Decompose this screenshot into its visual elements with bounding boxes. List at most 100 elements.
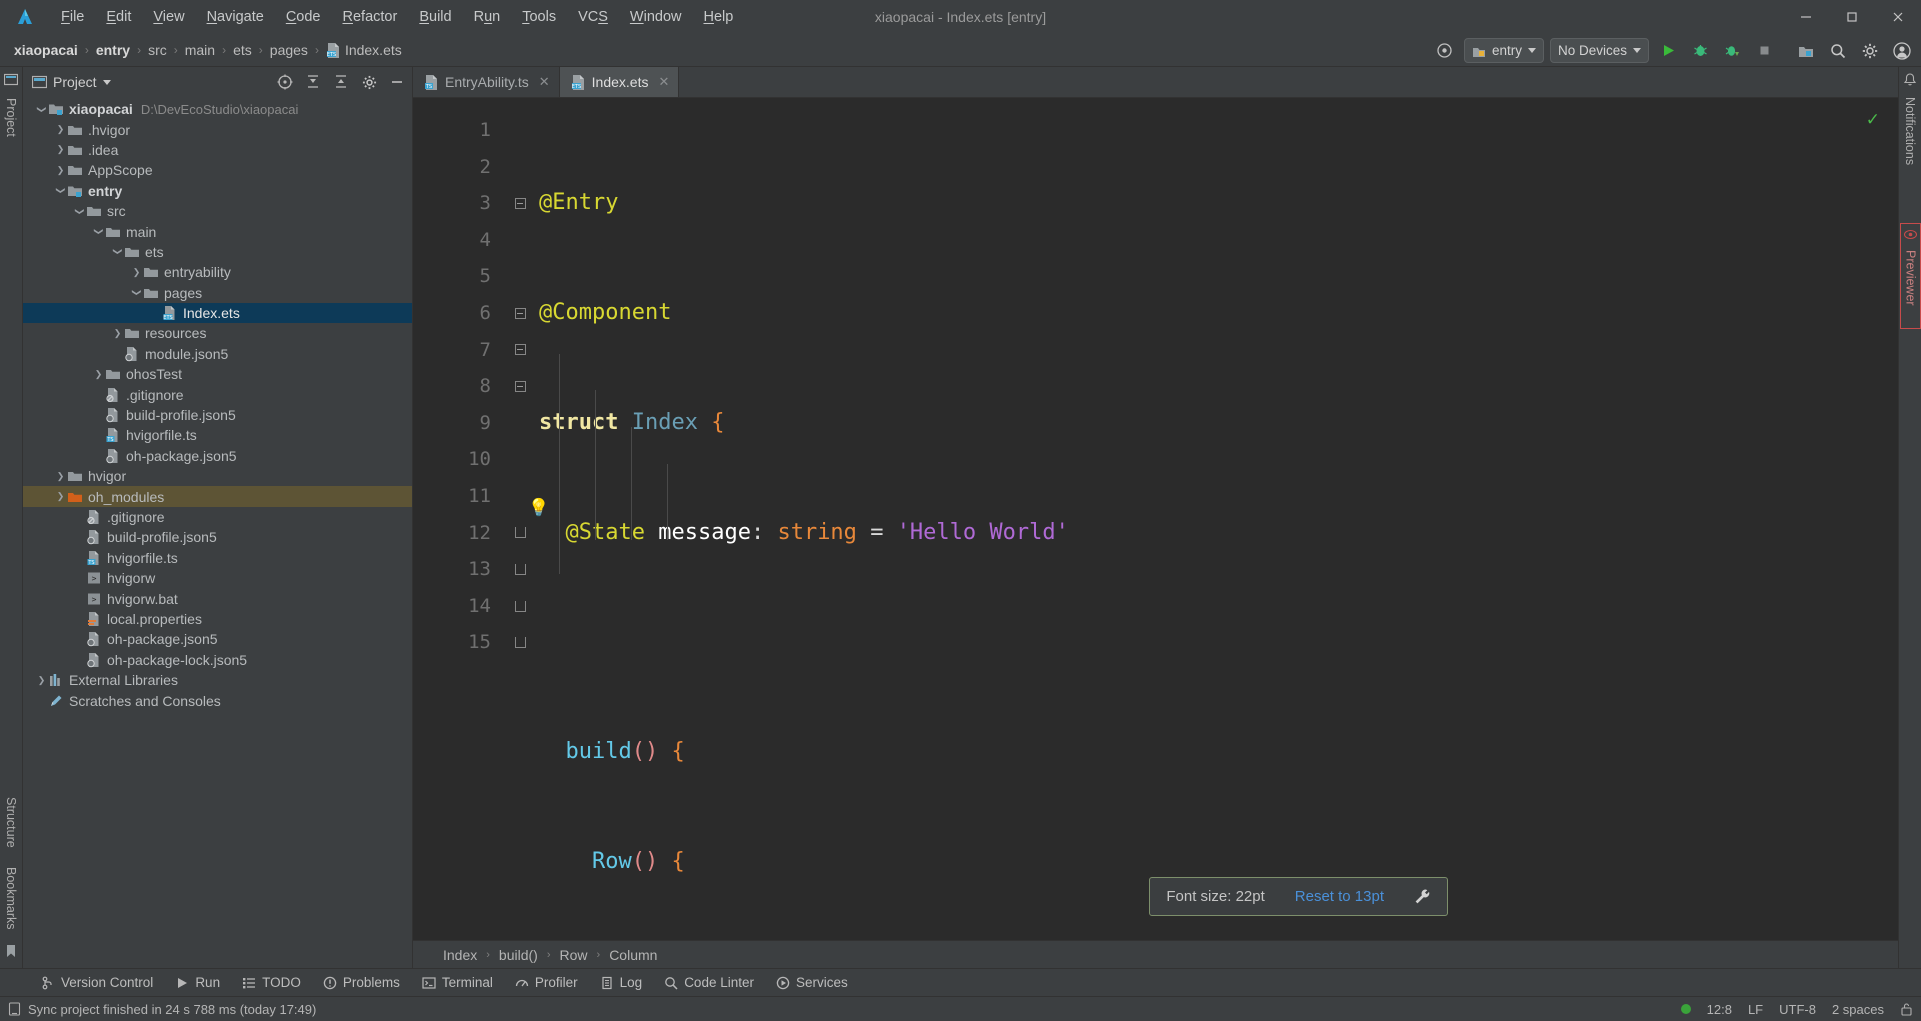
line-number[interactable]: 4 [413, 222, 501, 259]
tree-item-pages[interactable]: ❯ pages [23, 283, 412, 303]
rail-item-notifications[interactable]: Notifications [1903, 91, 1917, 171]
device-target-icon[interactable] [1432, 38, 1458, 64]
minimize-button[interactable] [1783, 0, 1829, 34]
collapse-all-icon[interactable] [332, 73, 350, 91]
chevron-right-icon[interactable]: ❯ [92, 369, 105, 380]
device-manager-icon[interactable] [1793, 38, 1819, 64]
tree-item-oh-package-lock-json5[interactable]: oh-package-lock.json5 [23, 650, 412, 670]
line-number[interactable]: 3 [413, 185, 501, 222]
menu-window[interactable]: Window [619, 5, 693, 29]
profile-bug-icon[interactable] [1719, 38, 1745, 64]
wrench-icon[interactable] [1414, 888, 1431, 905]
chevron-right-icon[interactable]: ❯ [111, 328, 124, 339]
expand-all-icon[interactable] [304, 73, 322, 91]
project-tree[interactable]: ❯ xiaopacai D:\DevEcoStudio\xiaopacai ❯ .hvi… [23, 97, 412, 968]
device-selector[interactable]: No Devices [1549, 38, 1649, 63]
menu-help[interactable]: Help [692, 5, 744, 29]
caret-position[interactable]: 12:8 [1707, 1002, 1732, 1017]
line-number[interactable]: 1 [413, 112, 501, 149]
code-content[interactable]: @Entry @Component struct Index { @State … [539, 98, 1898, 940]
tree-item-ets[interactable]: ❯ ets [23, 242, 412, 262]
menu-file[interactable]: FFileile [50, 5, 95, 29]
menu-run[interactable]: Run [463, 5, 512, 29]
breadcrumb-column[interactable]: Column [605, 945, 661, 965]
breadcrumb-item-file[interactable]: ETS Index.ets [322, 40, 406, 60]
account-avatar-icon[interactable] [1889, 38, 1915, 64]
tree-item-gitignore[interactable]: .gitignore [23, 507, 412, 527]
chevron-right-icon[interactable]: ❯ [54, 165, 67, 176]
previewer-panel-button[interactable]: Previewer [1900, 223, 1921, 329]
line-number[interactable]: 6 [413, 295, 501, 332]
menu-vcs[interactable]: VCS [567, 5, 619, 29]
fold-marker-row[interactable] [514, 344, 526, 356]
tree-item-ohostest[interactable]: ❯ ohosTest [23, 364, 412, 384]
breadcrumb-item-ets[interactable]: ets [229, 40, 256, 60]
line-number[interactable]: 11 [413, 478, 501, 515]
menu-view[interactable]: View [142, 5, 195, 29]
close-button[interactable] [1875, 0, 1921, 34]
code-folding-gutter[interactable] [501, 98, 539, 940]
maximize-button[interactable] [1829, 0, 1875, 34]
breadcrumb-item-module[interactable]: entry [92, 40, 134, 60]
chevron-right-icon[interactable]: ❯ [54, 124, 67, 135]
breadcrumb-item-pages[interactable]: pages [266, 40, 312, 60]
fold-marker-struct[interactable] [514, 197, 526, 209]
tab-entryability-ts[interactable]: TS EntryAbility.ts ✕ [413, 67, 560, 97]
chevron-down-icon[interactable] [102, 79, 111, 85]
event-log-icon[interactable] [8, 1002, 21, 1016]
line-number[interactable]: 7 [413, 332, 501, 369]
breadcrumb-item-project[interactable]: xiaopacai [10, 40, 82, 60]
rail-item-structure[interactable]: Structure [4, 791, 18, 854]
fold-end-column[interactable] [514, 527, 526, 539]
tree-item-scratches-and-consoles[interactable]: Scratches and Consoles [23, 690, 412, 710]
gear-icon[interactable] [1857, 38, 1883, 64]
tree-item-hvigor[interactable]: ❯ .hvigor [23, 119, 412, 139]
chevron-right-icon[interactable]: ❯ [130, 267, 143, 278]
menu-navigate[interactable]: Navigate [196, 5, 275, 29]
breadcrumb-row[interactable]: Row [556, 945, 592, 965]
tree-item-external-libraries[interactable]: ❯ External Libraries [23, 670, 412, 690]
tree-item-build-profile-json5[interactable]: build-profile.json5 [23, 405, 412, 425]
tree-item-entryability[interactable]: ❯ entryability [23, 262, 412, 282]
fold-end-build[interactable] [514, 600, 526, 612]
tree-item-hvigorfile-ts[interactable]: TS hvigorfile.ts [23, 425, 412, 445]
close-icon[interactable]: ✕ [539, 74, 550, 90]
chevron-right-icon[interactable]: ❯ [54, 144, 67, 155]
chevron-down-icon[interactable]: ❯ [112, 245, 123, 258]
intention-bulb-icon[interactable]: 💡 [528, 498, 549, 518]
tree-item-gitignore[interactable]: .gitignore [23, 384, 412, 404]
hide-panel-icon[interactable] [388, 73, 406, 91]
stop-square-icon[interactable] [1751, 38, 1777, 64]
tool-window-services[interactable]: Services [765, 972, 859, 993]
fold-end-struct[interactable] [514, 637, 526, 649]
run-play-icon[interactable] [1655, 38, 1681, 64]
line-number[interactable]: 5 [413, 258, 501, 295]
select-opened-file-icon[interactable] [276, 73, 294, 91]
tree-item-entry[interactable]: ❯ entry [23, 181, 412, 201]
line-number[interactable]: 14 [413, 588, 501, 625]
tree-item-oh-package-json5[interactable]: oh-package.json5 [23, 629, 412, 649]
tab-index-ets[interactable]: ETS Index.ets ✕ [559, 67, 680, 97]
tree-item-hvigorw-bat[interactable]: > hvigorw.bat [23, 588, 412, 608]
tree-item-hvigor[interactable]: ❯ hvigor [23, 466, 412, 486]
rail-item-bookmarks[interactable]: Bookmarks [4, 861, 18, 936]
notifications-bell-icon[interactable] [1903, 73, 1917, 87]
chevron-right-icon[interactable]: ❯ [54, 471, 67, 482]
breadcrumb-struct[interactable]: Index [439, 945, 481, 965]
fold-marker-build[interactable] [514, 307, 526, 319]
fold-end-row[interactable] [514, 563, 526, 575]
tool-window-run[interactable]: Run [164, 972, 231, 993]
debug-bug-icon[interactable] [1687, 38, 1713, 64]
breadcrumb-build[interactable]: build() [495, 945, 542, 965]
tree-item-hvigorw[interactable]: > hvigorw [23, 568, 412, 588]
tree-item-index-ets[interactable]: ETS Index.ets [23, 302, 412, 324]
tool-window-terminal[interactable]: Terminal [411, 972, 504, 993]
tree-item-oh-modules[interactable]: ❯ oh_modules [23, 486, 412, 507]
line-number[interactable]: 8 [413, 368, 501, 405]
tool-window-code-linter[interactable]: Code Linter [653, 972, 765, 993]
tree-item-idea[interactable]: ❯ .idea [23, 140, 412, 160]
tree-item-resources[interactable]: ❯ resources [23, 323, 412, 343]
menu-edit[interactable]: Edit [95, 5, 142, 29]
tool-window-profiler[interactable]: Profiler [504, 972, 589, 993]
settings-gear-icon[interactable] [360, 73, 378, 91]
